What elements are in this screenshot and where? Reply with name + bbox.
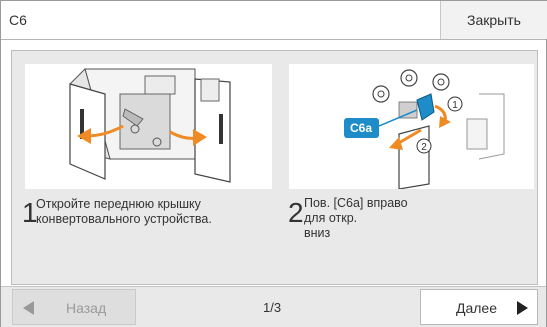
- step-2-text: Пов. [C6a] вправо для откр. вниз: [304, 196, 408, 241]
- dialog-header: C6 Закрыть: [1, 1, 547, 40]
- instruction-panel: 1 2 C6a 1 Откройте переднюю крышку конве…: [11, 50, 538, 285]
- arrow-left-icon: [23, 301, 34, 315]
- dialog-window: C6 Закрыть 1 2 C6a 1 Откройте переднюю к…: [0, 0, 547, 327]
- back-button-label: Назад: [66, 300, 107, 316]
- step-1-line-2: конвертовального устройства.: [36, 212, 212, 226]
- back-button[interactable]: Назад: [12, 289, 136, 325]
- next-button[interactable]: Далее: [420, 289, 538, 325]
- step-2-number: 2: [288, 197, 304, 228]
- step-2-line-2: для откр.: [304, 211, 358, 225]
- marker-1-label: 1: [452, 100, 458, 111]
- step-1-text: Откройте переднюю крышку конвертовальног…: [36, 197, 212, 227]
- page-indicator: 1/3: [263, 300, 282, 315]
- step-2-line-1: Пов. [C6a] вправо: [304, 196, 408, 210]
- dialog-title: C6: [9, 12, 27, 28]
- arrow-right-icon: [517, 301, 528, 315]
- next-button-label: Далее: [456, 300, 498, 316]
- navigation-footer: Назад 1/3 Далее: [1, 286, 546, 327]
- step-2-illustration: 1 2 C6a: [289, 64, 534, 190]
- marker-2-label: 2: [421, 142, 427, 153]
- callout-c6a-label: C6a: [350, 121, 372, 135]
- step-1-illustration: [25, 64, 272, 189]
- close-button[interactable]: Закрыть: [440, 1, 547, 39]
- step-1-line-1: Откройте переднюю крышку: [36, 197, 201, 211]
- step-2-line-3: вниз: [304, 226, 331, 240]
